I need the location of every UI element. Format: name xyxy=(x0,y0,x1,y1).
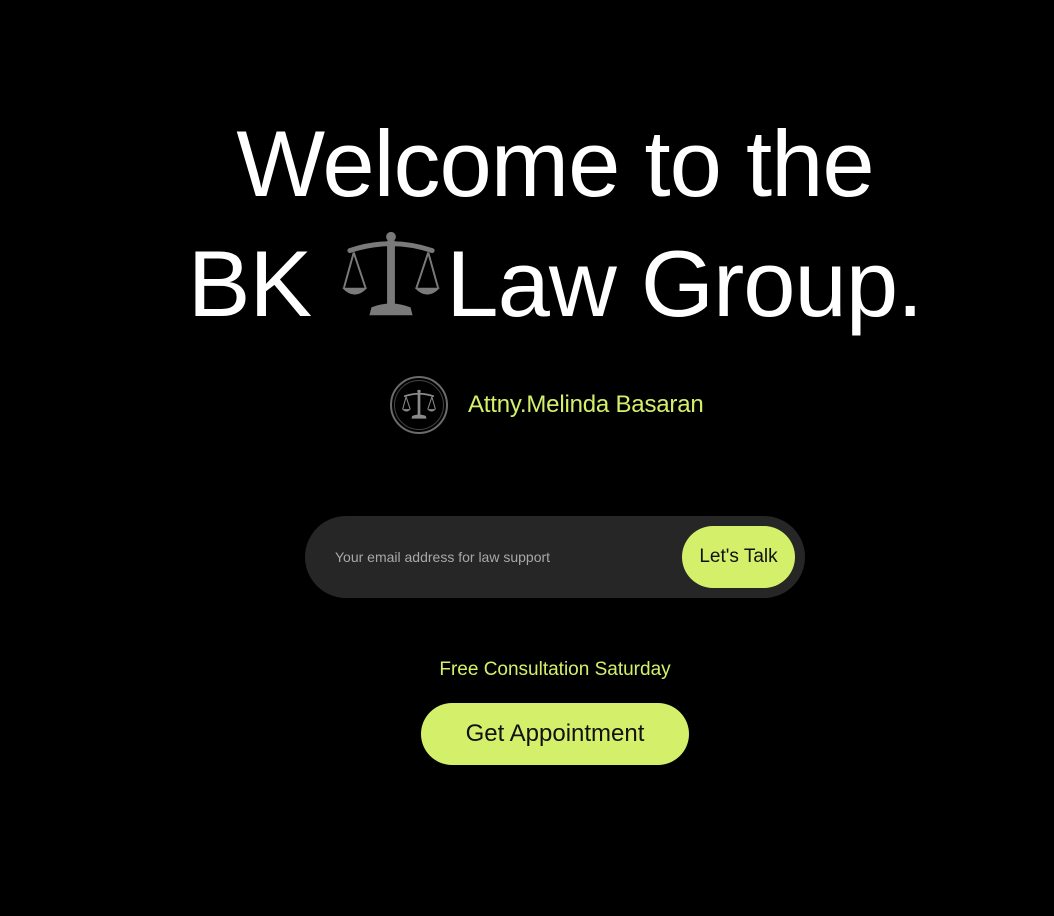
lets-talk-button[interactable]: Let's Talk xyxy=(682,526,795,588)
balance-scale-icon xyxy=(402,389,436,419)
email-signup-form: Let's Talk xyxy=(305,515,805,599)
landing-page: Welcome to the BK Law Group. Attny.Melin… xyxy=(0,0,1054,916)
balance-scale-icon xyxy=(342,231,441,316)
attorney-card: Attny.Melinda Basaran xyxy=(390,376,704,434)
hero-line-2-end: Law Group. xyxy=(446,231,923,336)
hero-line-2-start: BK xyxy=(187,231,312,336)
hero-headline: Welcome to the BK Law Group. xyxy=(0,104,1054,344)
email-input[interactable] xyxy=(305,515,682,599)
hero-line-2: BK Law Group. xyxy=(0,224,1054,344)
hero-line-1: Welcome to the xyxy=(236,111,874,216)
attorney-name: Attny.Melinda Basaran xyxy=(468,391,704,418)
avatar-inner-ring xyxy=(394,380,444,430)
free-consultation-note: Free Consultation Saturday xyxy=(439,659,671,680)
avatar xyxy=(390,376,448,434)
get-appointment-button[interactable]: Get Appointment xyxy=(421,703,689,765)
